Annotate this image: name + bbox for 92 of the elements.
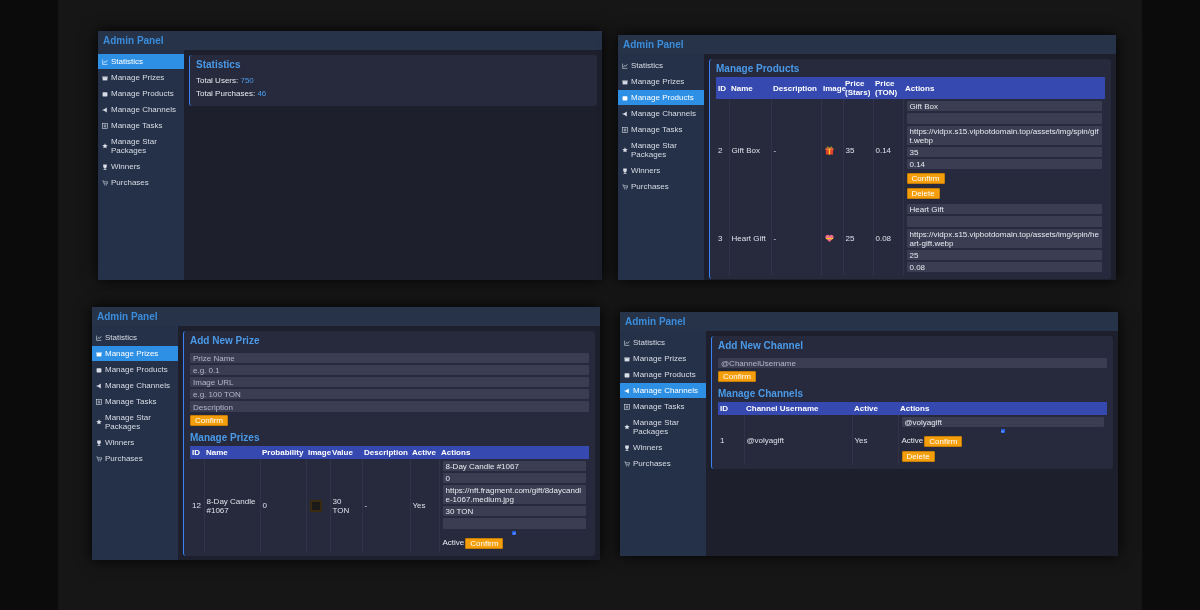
input-field[interactable]: 8-Day Candle #1067 [442,461,586,471]
section-heading: Statistics [196,59,242,71]
column-header: Price (TON) [873,77,903,99]
sidebar-item[interactable]: Statistics [618,58,704,73]
sidebar-item[interactable]: Manage Channels [98,102,184,117]
sidebar-item[interactable]: Manage Tasks [620,399,706,414]
table-cell: 0 [260,459,306,552]
section-heading: Add New Prize [190,335,261,347]
input-field[interactable]: 0.14 [906,159,1102,169]
section-heading: Manage Products [716,63,801,75]
sidebar-item[interactable]: Winners [92,435,178,450]
sidebar-item[interactable]: Purchases [98,175,184,190]
column-header: Active [852,402,898,415]
sidebar-item[interactable]: Manage Prizes [620,351,706,366]
column-header: Description [771,77,821,99]
input-field[interactable]: e.g. 100 TON [190,389,589,399]
column-header: Actions [903,77,1105,99]
section-heading: Manage Channels [718,388,805,400]
checkbox-label: Active [442,537,465,549]
table-cell: - [362,459,410,552]
sidebar-item[interactable]: Statistics [92,330,178,345]
sidebar-item[interactable]: Purchases [620,456,706,471]
table-cell: @volyagift [744,415,852,465]
sidebar-item[interactable]: Manage Tasks [618,122,704,137]
section-heading: Add New Channel [718,340,804,352]
table-cell: 0.08 [873,202,903,275]
input-field[interactable]: 0.08 [906,262,1102,272]
input-field[interactable]: Heart Gift [906,204,1102,214]
sidebar-item[interactable]: Winners [618,163,704,178]
input-field[interactable]: @ChannelUsername [718,358,1107,368]
sidebar-item[interactable]: Manage Tasks [98,118,184,133]
sidebar-item[interactable]: Manage Products [620,367,706,382]
checkbox-label: Active [901,435,924,447]
column-header: Actions [439,446,589,459]
sidebar-item[interactable]: Winners [620,440,706,455]
input-field[interactable]: Prize Name [190,353,589,363]
sidebar-item[interactable]: Manage Products [92,362,178,377]
sidebar-item[interactable]: Statistics [620,335,706,350]
column-header: Probability [260,446,306,459]
table-cell: 3 [716,202,729,275]
table-cell: 12 [190,459,204,552]
sidebar-item[interactable]: Winners [98,159,184,174]
input-field[interactable]: https://vidpx.s15.vipbotdomain.top/assets/img/spin/gift.webp [906,126,1102,145]
input-field[interactable]: Image URL [190,377,589,387]
sidebar-item[interactable]: Manage Products [98,86,184,101]
app-title: Admin Panel [625,315,686,329]
column-header: Name [204,446,260,459]
sidebar-item[interactable]: Manage Prizes [618,74,704,89]
table-cell: 8-Day Candle #1067 [204,459,260,552]
column-header: Channel Username [744,402,852,415]
table-cell: 1 [718,415,744,465]
column-header: Active [410,446,439,459]
text-area[interactable]: Description [190,401,589,412]
input-field[interactable]: https://vidpx.s15.vipbotdomain.top/assets/img/spin/heart-gift.webp [906,229,1102,248]
stat-line: Total Users: 750 [196,76,255,86]
column-header: ID [716,77,729,99]
column-header: Actions [898,402,1107,415]
table-cell: Heart Gift [729,202,771,275]
input-field[interactable]: https://nft.fragment.com/gift/8daycandle-1067.medium.jpg [442,485,586,504]
input-field[interactable]: 30 TON [442,506,586,516]
table-cell: Yes [852,415,898,465]
sidebar-item[interactable]: Manage Channels [92,378,178,393]
table-cell: - [771,202,821,275]
app-title: Admin Panel [97,310,158,324]
sidebar-item[interactable]: Purchases [92,451,178,466]
app-title: Admin Panel [103,34,164,48]
column-header: Image [306,446,330,459]
input-field[interactable]: 35 [906,147,1102,157]
column-header: Value [330,446,362,459]
sidebar-item[interactable]: Manage Star Packages [92,410,178,434]
sidebar-item[interactable]: Manage Tasks [92,394,178,409]
input-field[interactable]: @volyagift [901,417,1104,427]
column-header: ID [718,402,744,415]
sidebar-item[interactable]: Manage Channels [618,106,704,121]
input-field[interactable]: 0 [442,473,586,483]
sidebar-item[interactable]: Purchases [618,179,704,194]
table-cell: 30 TON [330,459,362,552]
table-cell: Yes [410,459,439,552]
app-title: Admin Panel [623,38,684,52]
table-cell: 25 [843,202,873,275]
input-field[interactable]: Gift Box [906,101,1102,111]
sidebar-item[interactable]: Manage Star Packages [98,134,184,158]
input-field[interactable]: 25 [906,250,1102,260]
column-header: Description [362,446,410,459]
section-heading: Manage Prizes [190,432,261,444]
sidebar-item[interactable]: Manage Star Packages [618,138,704,162]
stat-line: Total Purchases: 46 [196,89,268,99]
column-header: Name [729,77,771,99]
input-field[interactable]: e.g. 0.1 [190,365,589,375]
sidebar-item[interactable]: Manage Star Packages [620,415,706,439]
column-header: ID [190,446,204,459]
sidebar-item[interactable]: Manage Prizes [98,70,184,85]
